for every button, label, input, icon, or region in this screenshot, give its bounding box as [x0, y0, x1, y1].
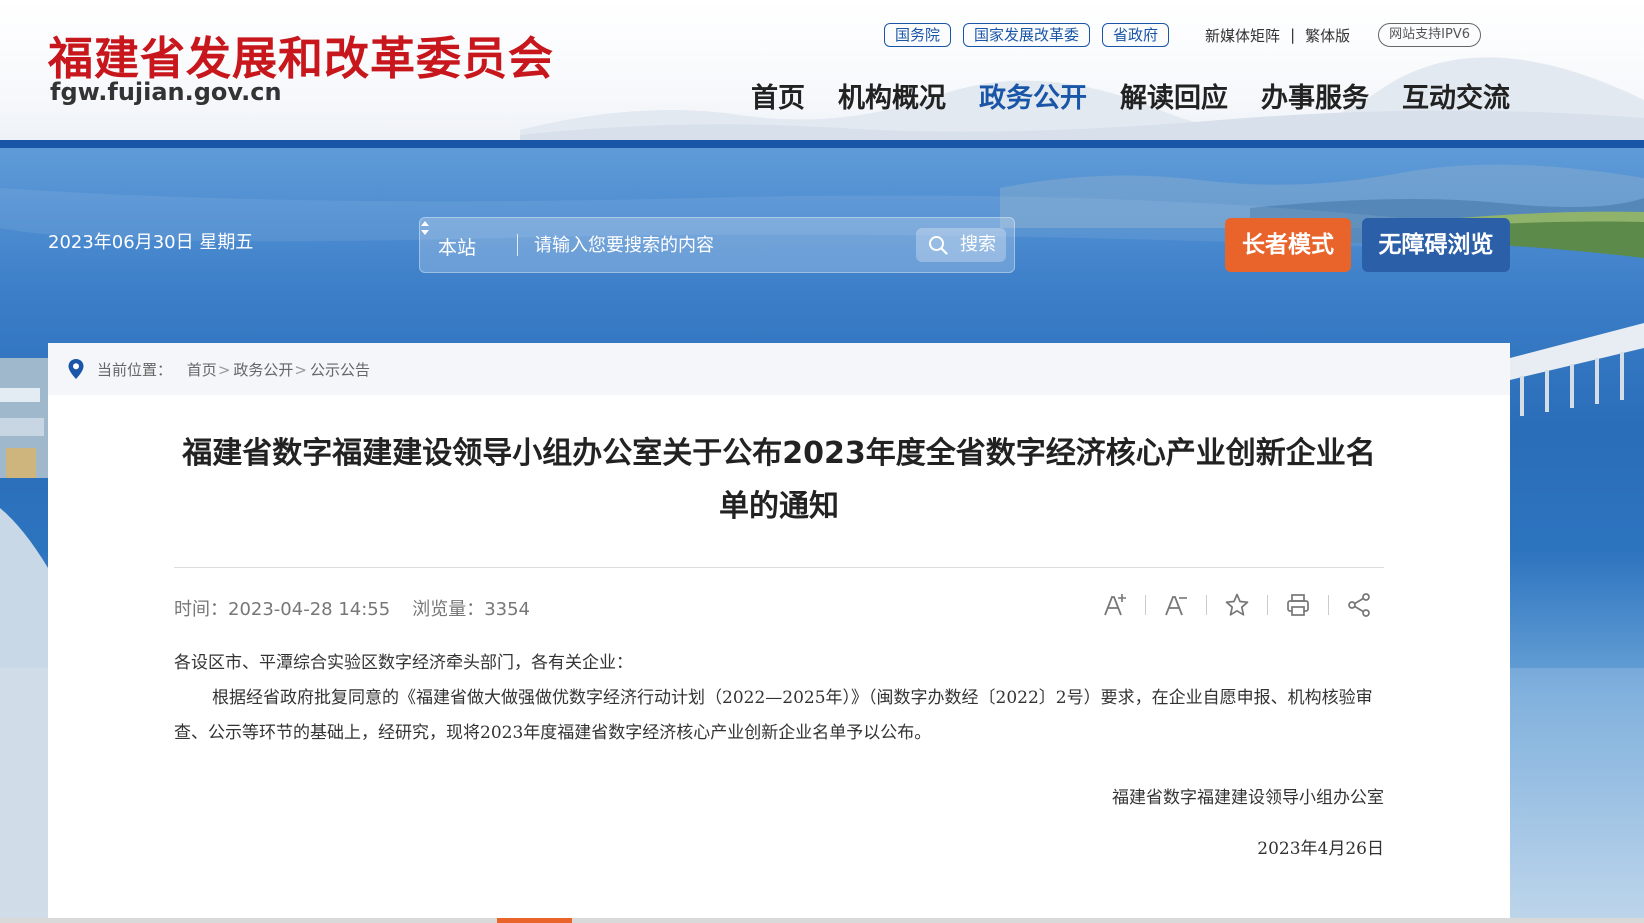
accessible-browsing-button[interactable]: 无障碍浏览 [1362, 218, 1510, 272]
breadcrumb-separator: > [217, 361, 231, 379]
time-label: 时间： [174, 599, 228, 620]
font-decrease-button[interactable] [1162, 591, 1190, 619]
search-divider [517, 234, 518, 256]
article-panel: 当前位置： 首页> 政务公开> 公示公告 福建省数字福建建设领导小组办公室关于公布2… [48, 343, 1510, 923]
article-salutation: 各设区市、平潭综合实验区数字经济牵头部门，各有关企业： [174, 653, 633, 673]
tool-separator [1328, 595, 1329, 615]
breadcrumb-separator: > [294, 361, 307, 379]
search-box: 本站 搜索 [419, 217, 1015, 273]
article-paragraph: 根据经省政府批复同意的《福建省做大做强做优数字经济行动计划（2022—2025年… [174, 688, 1373, 743]
search-input[interactable] [534, 230, 864, 260]
nav-home[interactable]: 首页 [751, 76, 805, 115]
article-signature: 福建省数字福建建设领导小组办公室 [1112, 788, 1384, 808]
link-provincial-gov[interactable]: 省政府 [1102, 23, 1170, 47]
elder-mode-button[interactable]: 长者模式 [1225, 218, 1351, 272]
favorite-button[interactable] [1223, 591, 1251, 619]
bottom-accent-bar [497, 918, 572, 923]
tool-separator [1206, 595, 1207, 615]
nav-organization[interactable]: 机构概况 [838, 76, 946, 115]
search-scope-select[interactable]: 本站 [438, 233, 476, 260]
views-label: 浏览量： [412, 599, 485, 620]
article-meta: 时间：2023-04-28 14:55 浏览量：3354 [174, 595, 530, 621]
article-sign-date: 2023年4月26日 [1257, 839, 1384, 859]
view-count: 3354 [484, 599, 531, 620]
nav-interpretation[interactable]: 解读回应 [1120, 76, 1228, 115]
search-button-label: 搜索 [960, 234, 996, 255]
breadcrumb-label: 当前位置： [97, 361, 173, 379]
top-links: 国务院 国家发展改革委 省政府 新媒体矩阵 | 繁体版 网站支持IPV6 [884, 22, 1481, 48]
tool-separator [1145, 595, 1146, 615]
site-logo-domain[interactable]: fgw.fujian.gov.cn [50, 78, 282, 106]
breadcrumb-trail: 当前位置： 首页> 政务公开> 公示公告 [97, 359, 370, 380]
print-button[interactable] [1284, 591, 1312, 619]
location-pin-icon [68, 359, 84, 379]
share-icon [1348, 593, 1370, 617]
article-tools [1101, 591, 1373, 619]
breadcrumb-home[interactable]: 首页 [187, 361, 217, 379]
ipv6-badge: 网站支持IPV6 [1378, 23, 1481, 47]
nav-government-affairs[interactable]: 政务公开 [979, 76, 1087, 115]
article-title: 福建省数字福建建设领导小组办公室关于公布2023年度全省数字经济核心产业创新企业… [182, 436, 1376, 524]
nav-services[interactable]: 办事服务 [1261, 76, 1369, 115]
breadcrumb-government-affairs[interactable]: 政务公开 [233, 361, 293, 379]
search-button[interactable]: 搜索 [916, 228, 1006, 262]
current-date: 2023年06月30日 星期五 [48, 232, 254, 253]
nav-interaction[interactable]: 互动交流 [1402, 76, 1510, 115]
font-increase-icon [1104, 594, 1126, 616]
title-divider [174, 567, 1384, 568]
header-divider-bar [0, 140, 1644, 148]
link-traditional-chinese[interactable]: 繁体版 [1305, 25, 1350, 46]
print-icon [1287, 594, 1309, 616]
top-separator: | [1290, 26, 1296, 44]
link-state-council[interactable]: 国务院 [884, 23, 952, 47]
search-icon [929, 236, 948, 255]
sort-arrows-icon[interactable] [420, 218, 430, 238]
star-icon [1225, 593, 1249, 616]
main-nav: 首页 机构概况 政务公开 解读回应 办事服务 互动交流 [718, 76, 1510, 115]
font-increase-button[interactable] [1101, 591, 1129, 619]
site-header: 福建省发展和改革委员会 fgw.fujian.gov.cn 国务院 国家发展改革… [0, 0, 1644, 140]
link-media-matrix[interactable]: 新媒体矩阵 [1205, 25, 1280, 46]
font-decrease-icon [1165, 596, 1187, 616]
share-button[interactable] [1345, 591, 1373, 619]
breadcrumb-notices[interactable]: 公示公告 [310, 361, 370, 379]
link-ndrc[interactable]: 国家发展改革委 [963, 23, 1091, 47]
tool-separator [1267, 595, 1268, 615]
publish-time: 2023-04-28 14:55 [228, 599, 391, 620]
breadcrumb: 当前位置： 首页> 政务公开> 公示公告 [48, 343, 1510, 395]
bottom-strip [0, 918, 1644, 923]
